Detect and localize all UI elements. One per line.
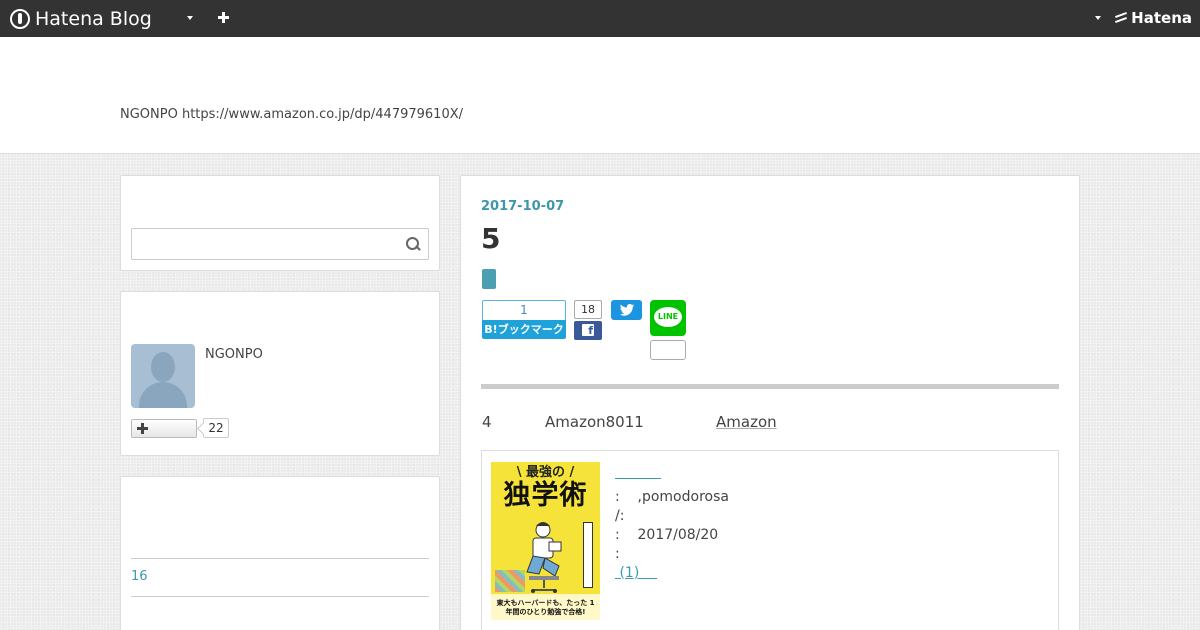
twitter-bird-icon	[619, 304, 635, 316]
global-header: Hatena Blog Hatena	[0, 0, 1200, 37]
article-entry: 2017-10-07 5 1 B!ブックマーク 18 f LINE 4 Amaz…	[460, 175, 1080, 630]
amazon-product-card: \ 最強の / 独学術 東大もハーバードも、たった 1年間のひとり勉強で合格!	[481, 450, 1059, 630]
avatar-body-shape	[139, 382, 187, 408]
amazon-link[interactable]: Amazon	[716, 413, 777, 431]
product-media: :	[615, 546, 620, 562]
line-share-button[interactable]: LINE	[650, 300, 686, 336]
search-icon[interactable]	[406, 237, 420, 251]
facebook-share-count: 18	[574, 300, 602, 319]
line-label: LINE	[657, 312, 679, 321]
product-review-link[interactable]: (1)	[615, 565, 657, 581]
entry-content-divider	[481, 384, 1059, 389]
sidebar-search-module	[120, 175, 440, 271]
hatena-bookmark-button[interactable]: B!ブックマーク	[482, 320, 566, 339]
hatena-blog-logo[interactable]: Hatena Blog	[10, 7, 152, 31]
plus-icon	[137, 423, 148, 434]
book-side-panel	[583, 522, 593, 588]
facebook-icon: f	[582, 324, 594, 337]
profile-name[interactable]: NGONPO	[205, 347, 263, 362]
hatena-blog-logo-icon	[10, 9, 30, 29]
entry-date[interactable]: 2017-10-07	[481, 199, 564, 214]
follow-button[interactable]	[131, 419, 197, 438]
book-title-text: 独学術	[503, 480, 588, 511]
product-publisher: /:	[615, 508, 625, 524]
hatena-logo[interactable]: Hatena	[1114, 9, 1192, 27]
book-cover-image[interactable]: \ 最強の / 独学術 東大もハーバードも、たった 1年間のひとり勉強で合格!	[491, 462, 600, 620]
hatena-bookmark-count[interactable]: 1	[482, 300, 566, 320]
logo-text: Hatena Blog	[35, 8, 152, 30]
line-share-count	[650, 340, 686, 360]
hatena-mark-icon	[1114, 11, 1128, 25]
sidebar-profile-module: NGONPO 22	[120, 291, 440, 456]
blog-header: NGONPO https://www.amazon.co.jp/dp/44797…	[0, 37, 1200, 154]
book-footer-text: 東大もハーバードも、たった 1年間のひとり勉強で合格!	[496, 599, 595, 616]
archive-divider-bottom	[131, 596, 429, 597]
twitter-share-button[interactable]	[611, 300, 642, 320]
blog-description: NGONPO https://www.amazon.co.jp/dp/44797…	[120, 107, 463, 122]
sidebar-archive-module: 16	[120, 476, 440, 630]
category-tag[interactable]	[482, 269, 496, 289]
avatar[interactable]	[131, 344, 195, 408]
entry-title[interactable]: 5	[481, 222, 500, 255]
hatena-logo-text: Hatena	[1131, 9, 1192, 27]
product-release-date: : 2017/08/20	[615, 527, 719, 543]
body-text-part2: Amazon8011	[545, 413, 644, 431]
avatar-head-shape	[151, 352, 175, 382]
book-illustration-person-in-chair	[526, 522, 562, 593]
archive-divider-top	[131, 558, 429, 559]
search-input[interactable]	[131, 228, 429, 260]
blog-menu-caret-icon[interactable]	[184, 11, 196, 25]
product-author: : ,pomodorosa	[615, 489, 729, 505]
facebook-share-button[interactable]: f	[574, 321, 602, 340]
archive-link[interactable]: 16	[131, 569, 148, 584]
product-title-link[interactable]	[615, 463, 661, 479]
new-post-plus-icon[interactable]	[217, 11, 231, 25]
body-text-part1: 4	[482, 413, 492, 431]
follower-count: 22	[203, 418, 229, 438]
user-menu-caret-icon[interactable]	[1092, 11, 1104, 25]
